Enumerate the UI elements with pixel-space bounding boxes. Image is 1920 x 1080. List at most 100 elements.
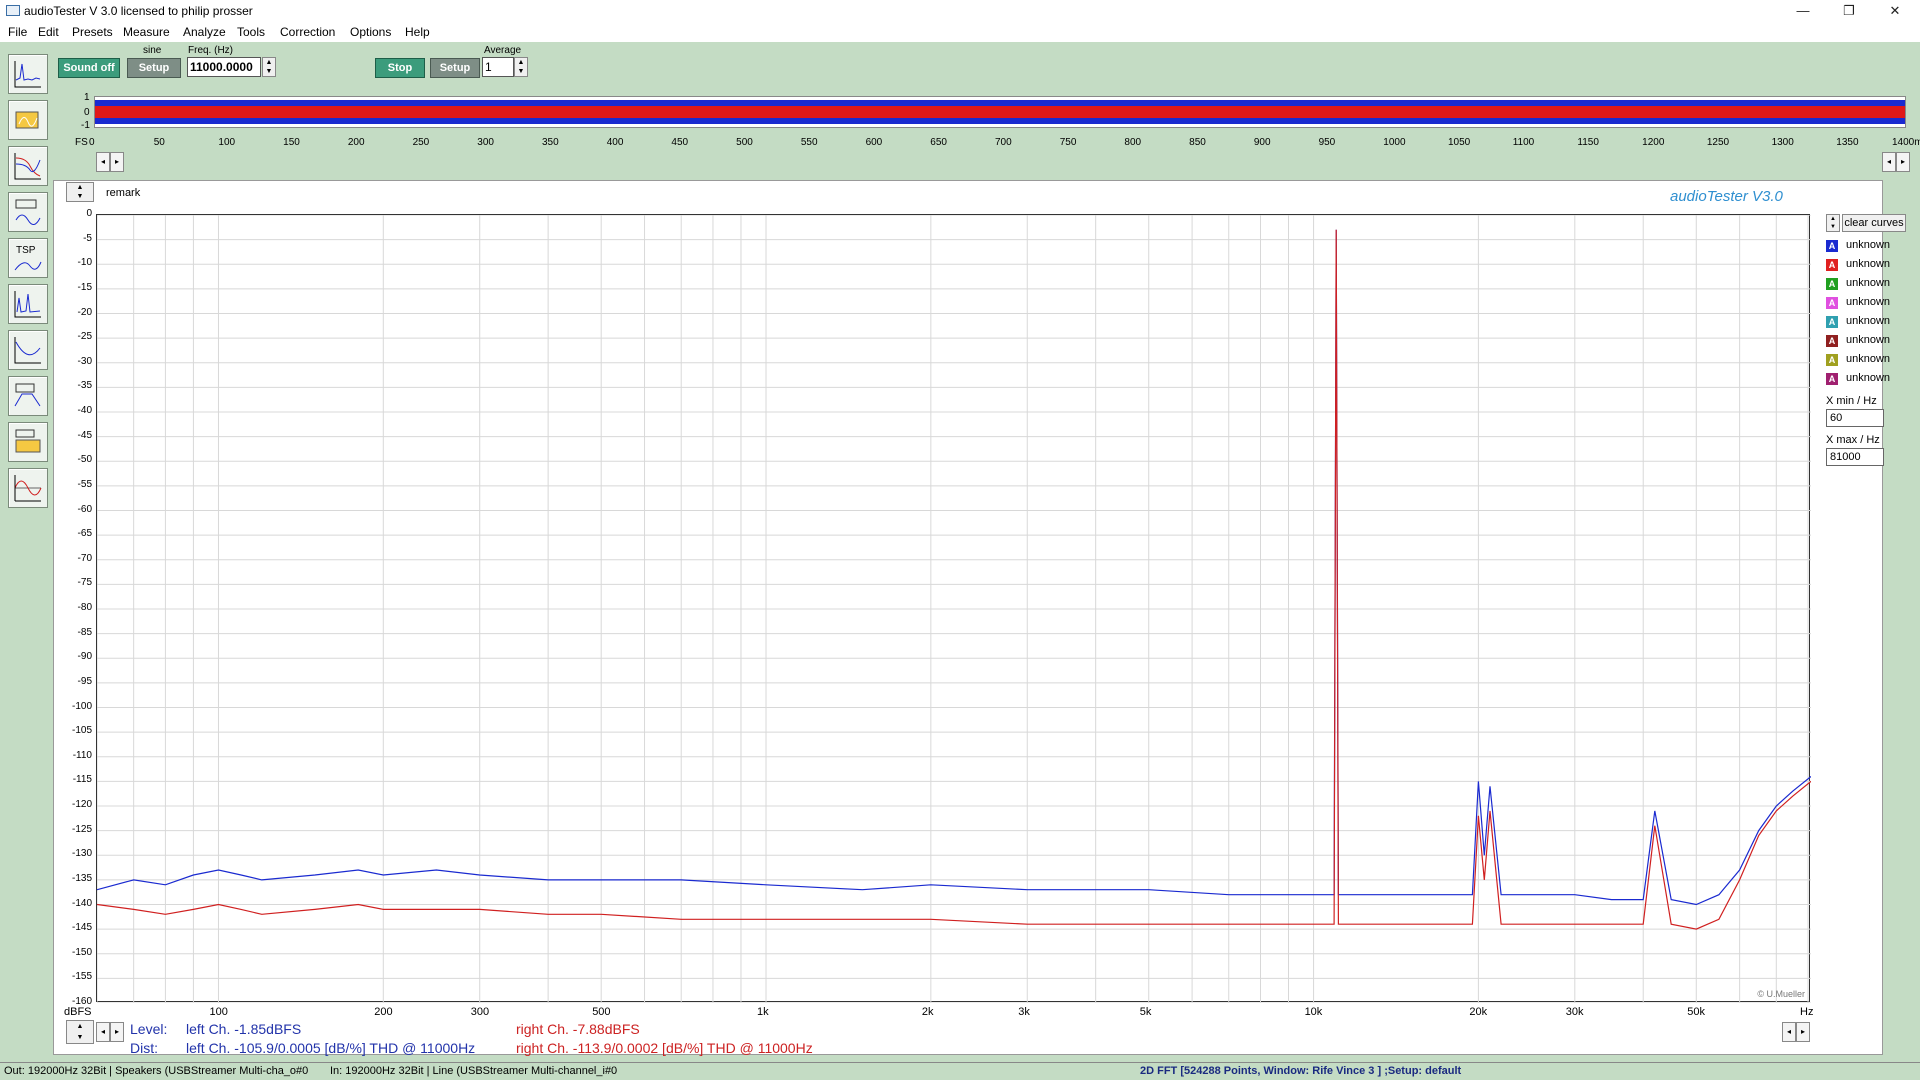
filter-icon[interactable]	[8, 376, 48, 416]
average-spinner[interactable]: ▲ ▼	[514, 57, 528, 77]
xmax-input[interactable]: 81000	[1826, 448, 1884, 466]
legend-item[interactable]: Aunknown	[1822, 238, 1920, 254]
oscilloscope-icon[interactable]	[8, 468, 48, 508]
svg-text:TSP: TSP	[16, 245, 36, 256]
xmin-label: X min / Hz	[1826, 395, 1877, 407]
legend-spinner[interactable]: ▲ ▼	[1826, 214, 1840, 232]
frequency-response-icon[interactable]	[8, 146, 48, 186]
y-tick-label: -15	[77, 281, 92, 293]
generator-setup-button[interactable]: Setup	[127, 58, 181, 78]
strip-y-label-bottom: -1	[81, 120, 90, 131]
x-tick-label: 10k	[1304, 1006, 1323, 1018]
legend-item-label: unknown	[1846, 315, 1891, 327]
strip-x-tick-label: 350	[542, 137, 559, 148]
tsp-icon[interactable]: TSP	[8, 238, 48, 278]
strip-x-tick-label: 1350	[1836, 137, 1859, 148]
impedance-icon[interactable]	[8, 192, 48, 232]
curve-color-badge[interactable]: A	[1826, 297, 1838, 309]
sound-off-button[interactable]: Sound off	[58, 58, 120, 78]
plot-scroll-right[interactable]: ▸	[110, 1022, 124, 1042]
y-tick-label: -140	[71, 897, 92, 909]
menu-measure[interactable]: Measure	[123, 25, 170, 39]
curve-color-badge[interactable]: A	[1826, 259, 1838, 271]
curve-color-badge[interactable]: A	[1826, 373, 1838, 385]
menu-presets[interactable]: Presets	[72, 25, 113, 39]
strip-scroll-right[interactable]: ▸	[110, 152, 124, 172]
legend-item-label: unknown	[1846, 258, 1891, 270]
curve-color-badge[interactable]: A	[1826, 278, 1838, 290]
menu-bar: File Edit Presets Measure Analyze Tools …	[0, 22, 1920, 42]
distortion-icon[interactable]	[8, 330, 48, 370]
frequency-input[interactable]: 11000.0000	[187, 57, 261, 77]
generator-icon[interactable]	[8, 100, 48, 140]
x-tick-label: 3k	[1018, 1006, 1030, 1018]
average-label: Average	[484, 45, 522, 56]
sweep-icon[interactable]	[8, 422, 48, 462]
app-icon	[6, 5, 20, 16]
menu-file[interactable]: File	[8, 25, 27, 39]
legend-item-label: unknown	[1846, 353, 1891, 365]
legend-item[interactable]: Aunknown	[1822, 371, 1920, 387]
y-scale-spinner[interactable]: ▲ ▼	[66, 1020, 94, 1044]
legend-item-label: unknown	[1846, 296, 1891, 308]
close-button[interactable]: ✕	[1872, 0, 1918, 22]
x-tick-label: 30k	[1565, 1006, 1584, 1018]
analyzer-setup-button[interactable]: Setup	[430, 58, 480, 78]
legend-item[interactable]: Aunknown	[1822, 257, 1920, 273]
x-tick-label: 50k	[1687, 1006, 1706, 1018]
clear-curves-button[interactable]: clear curves	[1842, 214, 1906, 232]
strip-x-tick-label: 750	[1059, 137, 1077, 148]
spectrum-icon[interactable]	[8, 284, 48, 324]
strip-x-tick-label: 650	[930, 137, 947, 148]
average-input[interactable]: 1	[482, 57, 514, 77]
menu-tools[interactable]: Tools	[237, 25, 265, 39]
fft-view-icon[interactable]	[8, 54, 48, 94]
menu-correction[interactable]: Correction	[280, 25, 335, 39]
y-tick-label: -145	[71, 922, 92, 934]
strip-x-tick-label: 1100	[1512, 137, 1535, 148]
strip-scroll-left[interactable]: ◂	[96, 152, 110, 172]
window-title: audioTester V 3.0 licensed to philip pro…	[24, 4, 253, 18]
level-label: Level:	[130, 1021, 168, 1037]
watermark: © U.Mueller	[1757, 989, 1805, 999]
frequency-spinner[interactable]: ▲ ▼	[262, 57, 276, 77]
strip-zoom-left[interactable]: ◂	[1882, 152, 1896, 172]
plot-scroll-left[interactable]: ◂	[96, 1022, 110, 1042]
y-tick-label: -95	[77, 675, 92, 687]
curve-color-badge[interactable]: A	[1826, 354, 1838, 366]
curve-color-badge[interactable]: A	[1826, 240, 1838, 252]
menu-edit[interactable]: Edit	[38, 25, 59, 39]
x-tick-label: 5k	[1139, 1006, 1152, 1018]
strip-x-tick-label: 50	[153, 137, 165, 148]
strip-x-tick-label: 600	[865, 137, 883, 148]
xmax-label: X max / Hz	[1826, 434, 1880, 446]
xmin-input[interactable]: 60	[1826, 409, 1884, 427]
plot-zoom-left[interactable]: ◂	[1782, 1022, 1796, 1042]
restore-button[interactable]: ❐	[1826, 0, 1872, 22]
menu-options[interactable]: Options	[350, 25, 391, 39]
menu-help[interactable]: Help	[405, 25, 430, 39]
y-tick-label: -110	[72, 749, 92, 761]
left-level-value: left Ch. -1.85dBFS	[186, 1021, 302, 1037]
legend-item[interactable]: Aunknown	[1822, 333, 1920, 349]
x-tick-label: 2k	[921, 1006, 934, 1018]
right-dist-value: right Ch. -113.9/0.0002 [dB/%] THD @ 110…	[516, 1040, 813, 1056]
fft-plot[interactable]: © U.Mueller	[96, 214, 1812, 1004]
legend-item-label: unknown	[1846, 372, 1891, 384]
strip-y-label-top: 1	[84, 92, 90, 103]
plot-zoom-right[interactable]: ▸	[1796, 1022, 1810, 1042]
y-tick-label: -60	[77, 503, 92, 515]
minimize-button[interactable]: —	[1780, 0, 1826, 22]
curve-color-badge[interactable]: A	[1826, 335, 1838, 347]
menu-analyze[interactable]: Analyze	[183, 25, 226, 39]
legend-item[interactable]: Aunknown	[1822, 295, 1920, 311]
remark-spinner[interactable]: ▲ ▼	[66, 182, 94, 202]
strip-zoom-right[interactable]: ▸	[1896, 152, 1910, 172]
strip-x-tick-label: 300	[477, 137, 494, 148]
strip-x-tick-label: 150	[283, 137, 300, 148]
legend-item[interactable]: Aunknown	[1822, 276, 1920, 292]
legend-item[interactable]: Aunknown	[1822, 352, 1920, 368]
stop-button[interactable]: Stop	[375, 58, 425, 78]
legend-item[interactable]: Aunknown	[1822, 314, 1920, 330]
curve-color-badge[interactable]: A	[1826, 316, 1838, 328]
